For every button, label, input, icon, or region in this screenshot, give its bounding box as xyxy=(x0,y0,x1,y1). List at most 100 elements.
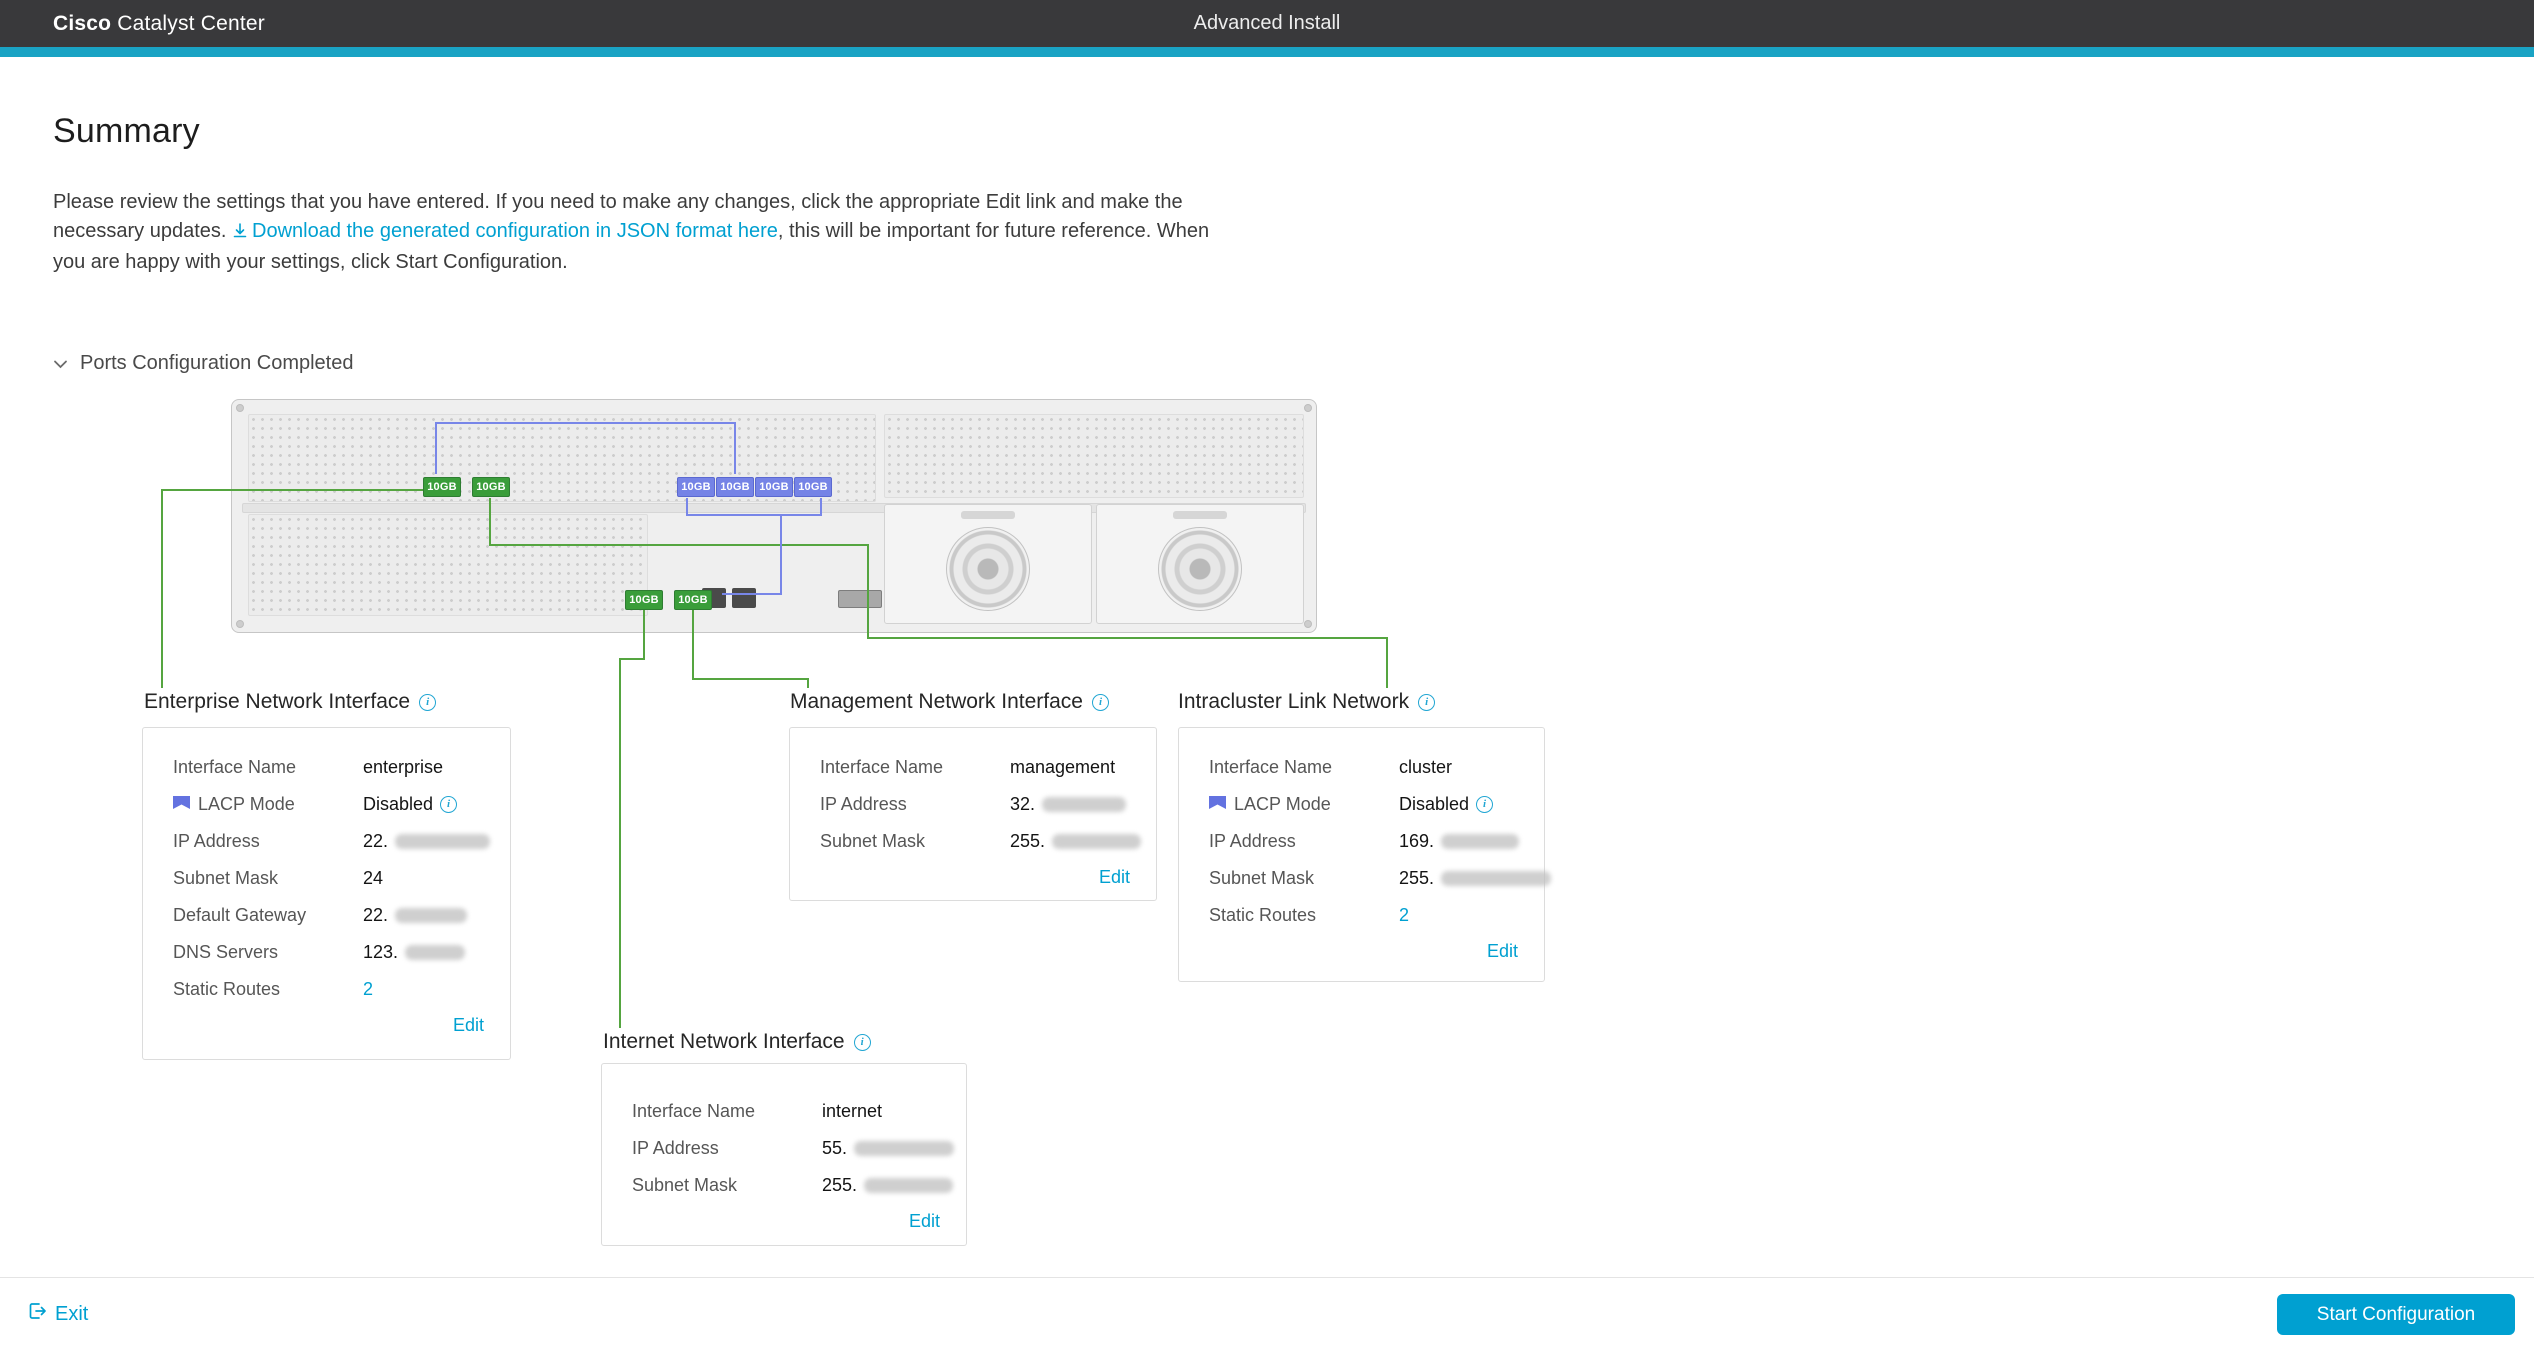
field-label: Interface Name xyxy=(632,1100,822,1122)
field-label: IP Address xyxy=(820,793,1010,815)
management-card-title: Management Network Interface i xyxy=(790,688,1113,716)
psu-fan xyxy=(1158,527,1242,611)
lacp-port-badge: 10GB xyxy=(755,477,793,497)
redacted-value xyxy=(405,945,465,960)
field-value: Disabled xyxy=(363,793,433,815)
field-label: Static Routes xyxy=(173,978,363,1000)
info-icon[interactable]: i xyxy=(440,796,457,813)
field-row-lacp-mode: LACP Mode Disabled i xyxy=(1209,793,1518,815)
management-interface-card: Interface Name management IP Address 32.… xyxy=(789,727,1157,901)
field-row-ip-address: IP Address 32. xyxy=(820,793,1130,815)
lacp-flag-icon xyxy=(173,793,190,815)
enterprise-port-badge: 10GB xyxy=(472,477,510,497)
info-icon[interactable]: i xyxy=(419,694,436,711)
field-row-static-routes: Static Routes 2 xyxy=(173,978,484,1000)
page-title: Summary xyxy=(53,112,200,151)
start-configuration-button[interactable]: Start Configuration xyxy=(2277,1294,2515,1335)
field-row-subnet-mask: Subnet Mask 255. xyxy=(632,1174,940,1196)
redacted-value xyxy=(864,1178,953,1193)
download-icon xyxy=(232,219,248,248)
enterprise-interface-card: Interface Name enterprise LACP Mode Disa… xyxy=(142,727,511,1060)
field-row-ip-address: IP Address 55. xyxy=(632,1137,940,1159)
field-label: Subnet Mask xyxy=(1209,867,1399,889)
info-icon[interactable]: i xyxy=(854,1034,871,1051)
screw xyxy=(236,620,244,628)
footer-bar: Exit Start Configuration xyxy=(0,1277,2534,1348)
field-label: IP Address xyxy=(173,830,363,852)
info-icon[interactable]: i xyxy=(1092,694,1109,711)
field-value-prefix: 255. xyxy=(1399,867,1434,889)
intracluster-link-card: Interface Name cluster LACP Mode Disable… xyxy=(1178,727,1545,982)
download-link-text: Download the generated configuration in … xyxy=(252,220,778,242)
info-icon[interactable]: i xyxy=(1476,796,1493,813)
field-row-subnet-mask: Subnet Mask 24 xyxy=(173,867,484,889)
static-routes-link[interactable]: 2 xyxy=(1399,904,1409,926)
exit-label: Exit xyxy=(55,1303,88,1326)
accent-stripe xyxy=(0,47,2534,57)
edit-link[interactable]: Edit xyxy=(909,1211,940,1231)
screw xyxy=(1304,404,1312,412)
edit-link[interactable]: Edit xyxy=(453,1015,484,1035)
field-row-ip-address: IP Address 169. xyxy=(1209,830,1518,852)
internet-card-title: Internet Network Interface i xyxy=(603,1028,875,1056)
edit-link[interactable]: Edit xyxy=(1487,941,1518,961)
field-label: Subnet Mask xyxy=(173,867,363,889)
field-label: Interface Name xyxy=(820,756,1010,778)
exit-link[interactable]: Exit xyxy=(27,1301,88,1327)
card-title-text: Internet Network Interface xyxy=(603,1030,845,1054)
field-row-interface-name: Interface Name internet xyxy=(632,1100,940,1122)
field-value-prefix: 22. xyxy=(363,904,388,926)
field-value: management xyxy=(1010,756,1115,778)
lacp-port-badge: 10GB xyxy=(677,477,715,497)
vent-panel xyxy=(884,414,1304,498)
field-value-prefix: 255. xyxy=(822,1174,857,1196)
field-value-prefix: 123. xyxy=(363,941,398,963)
internet-interface-card: Interface Name internet IP Address 55. S… xyxy=(601,1063,967,1246)
lacp-flag-icon xyxy=(1209,793,1226,815)
power-supply-unit xyxy=(1096,504,1304,624)
field-value-prefix: 255. xyxy=(1010,830,1045,852)
vent-panel xyxy=(248,514,648,616)
screw xyxy=(236,404,244,412)
static-routes-link[interactable]: 2 xyxy=(363,978,373,1000)
field-label: Subnet Mask xyxy=(820,830,1010,852)
field-label: LACP Mode xyxy=(1234,793,1331,815)
redacted-value xyxy=(395,908,467,923)
info-icon[interactable]: i xyxy=(1418,694,1435,711)
edit-link[interactable]: Edit xyxy=(1099,867,1130,887)
field-label: LACP Mode xyxy=(198,793,295,815)
top-header-bar: Advanced Install Cisco Catalyst Center xyxy=(0,0,2534,47)
field-value-prefix: 55. xyxy=(822,1137,847,1159)
field-value: internet xyxy=(822,1100,882,1122)
field-value: enterprise xyxy=(363,756,443,778)
field-label: Static Routes xyxy=(1209,904,1399,926)
io-connector xyxy=(838,590,882,608)
field-label: IP Address xyxy=(632,1137,822,1159)
screw xyxy=(1304,620,1312,628)
psu-handle xyxy=(961,511,1015,519)
field-label: IP Address xyxy=(1209,830,1399,852)
field-label: DNS Servers xyxy=(173,941,363,963)
enterprise-port-badge: 10GB xyxy=(423,477,461,497)
lacp-port-badge: 10GB xyxy=(716,477,754,497)
card-title-text: Intracluster Link Network xyxy=(1178,690,1409,714)
download-json-link[interactable]: Download the generated configuration in … xyxy=(232,220,778,242)
field-row-subnet-mask: Subnet Mask 255. xyxy=(1209,867,1518,889)
field-value: Disabled xyxy=(1399,793,1469,815)
field-value: 24 xyxy=(363,867,383,889)
chevron-down-icon xyxy=(53,352,68,375)
redacted-value xyxy=(854,1141,954,1156)
lacp-port-badge: 10GB xyxy=(794,477,832,497)
field-row-default-gateway: Default Gateway 22. xyxy=(173,904,484,926)
field-row-static-routes: Static Routes 2 xyxy=(1209,904,1518,926)
intro-text: Please review the settings that you have… xyxy=(53,188,1238,277)
field-label: Interface Name xyxy=(173,756,363,778)
field-row-lacp-mode: LACP Mode Disabled i xyxy=(173,793,484,815)
field-row-interface-name: Interface Name cluster xyxy=(1209,756,1518,778)
field-value-prefix: 22. xyxy=(363,830,388,852)
ports-configuration-section-toggle[interactable]: Ports Configuration Completed xyxy=(53,352,353,375)
field-value: cluster xyxy=(1399,756,1452,778)
redacted-value xyxy=(1042,797,1126,812)
field-value-prefix: 169. xyxy=(1399,830,1434,852)
section-title: Ports Configuration Completed xyxy=(80,352,353,375)
